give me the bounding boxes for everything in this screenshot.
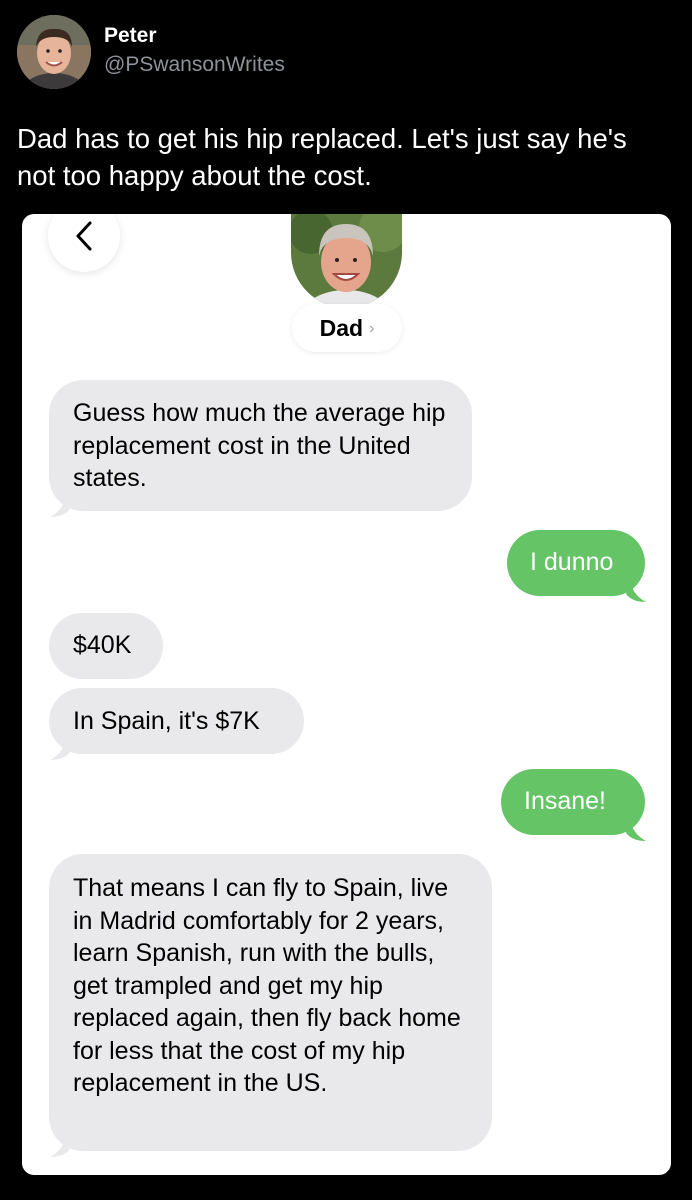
outgoing-message-bubble[interactable]: Insane! [501, 769, 645, 835]
outgoing-message-bubble[interactable]: I dunno [507, 530, 645, 596]
bubble-tail [50, 740, 70, 760]
contact-name: Dad [319, 314, 364, 341]
bubble-tail [50, 497, 70, 517]
incoming-message-bubble[interactable]: In Spain, it's $7K [49, 688, 304, 754]
chevron-left-icon [73, 219, 95, 253]
contact-avatar[interactable] [291, 214, 402, 308]
author-avatar[interactable] [17, 15, 91, 89]
tweet-text: Dad has to get his hip replaced. Let's j… [17, 123, 627, 191]
bubble-tail [626, 821, 646, 841]
incoming-message-bubble[interactable]: $40K [49, 613, 163, 679]
back-button[interactable] [48, 214, 120, 272]
incoming-message-bubble[interactable]: Guess how much the average hip replaceme… [49, 380, 472, 511]
messages-screenshot[interactable]: Dad › Guess how much the average hip rep… [22, 214, 671, 1175]
incoming-message-bubble[interactable]: That means I can fly to Spain, live in M… [49, 854, 492, 1151]
tweet-page: Peter @PSwansonWrites Dad has to get his… [0, 0, 692, 1200]
author-handle[interactable]: @PSwansonWrites [104, 53, 285, 77]
bubble-tail [626, 582, 646, 602]
bubble-tail [50, 1137, 70, 1157]
author-name[interactable]: Peter [104, 24, 157, 48]
contact-name-button[interactable]: Dad › [292, 304, 402, 352]
chevron-right-icon: › [369, 320, 375, 337]
